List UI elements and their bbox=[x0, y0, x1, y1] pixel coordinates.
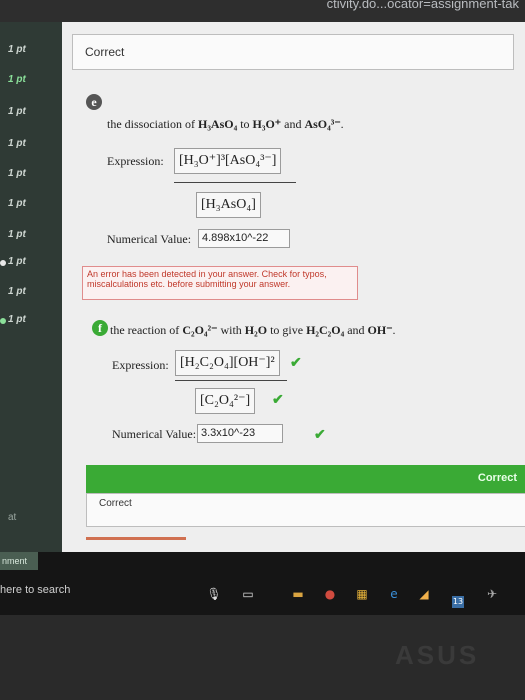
bottom-feedback-box: Correct bbox=[86, 493, 525, 527]
check-icon: ✔ bbox=[290, 356, 302, 371]
bullet-icon bbox=[0, 318, 6, 324]
progress-underline bbox=[86, 537, 186, 540]
address-bar-text[interactable]: ctivity.do...ocator=assignment-tak bbox=[327, 0, 519, 11]
part-e-numerical-label: Numerical Value: bbox=[107, 232, 192, 246]
check-icon: ✔ bbox=[272, 393, 284, 408]
sidebar-point-6[interactable]: 1 pt bbox=[8, 198, 26, 209]
task-view-icon[interactable]: ▭ bbox=[240, 586, 256, 602]
part-f-denominator-input[interactable]: [C₂O₄²⁻] bbox=[195, 388, 256, 414]
part-f-letter-icon: f bbox=[92, 320, 108, 336]
taskbar: nment here to search 🎙 ▭ ▬ ● ▦ e ◢ 13 ✈ bbox=[0, 552, 525, 615]
store-icon[interactable]: ▦ bbox=[354, 586, 370, 602]
part-f-expression-label: Expression: bbox=[112, 358, 169, 372]
media-icon[interactable]: ◢ bbox=[416, 586, 432, 602]
sidebar-point-3[interactable]: 1 pt bbox=[8, 106, 26, 117]
sidebar-point-5[interactable]: 1 pt bbox=[8, 168, 26, 179]
sidebar-footer-label: at bbox=[8, 512, 17, 523]
top-feedback-label: Correct bbox=[85, 45, 125, 59]
sidebar-point-9[interactable]: 1 pt bbox=[8, 286, 26, 297]
correct-banner: Correct bbox=[86, 465, 525, 493]
error-message: An error has been detected in your answe… bbox=[82, 266, 358, 300]
folder-icon[interactable]: ▬ bbox=[290, 586, 306, 602]
sidebar-point-10[interactable]: 1 pt bbox=[8, 314, 26, 325]
part-e-numerical-input[interactable]: 4.898x10^-22 bbox=[198, 229, 290, 248]
fraction-bar bbox=[175, 380, 287, 381]
taskbar-search[interactable]: here to search bbox=[0, 584, 70, 596]
part-e-denominator-input[interactable]: [H₃AsO₄] bbox=[196, 192, 261, 218]
part-e-question: the dissociation of H₃AsO₄ to H₃O⁺ and A… bbox=[107, 117, 344, 131]
part-f-numerator-input[interactable]: [H₂C₂O₄][OH⁻]² bbox=[175, 350, 280, 376]
sidebar-point-8[interactable]: 1 pt bbox=[8, 256, 26, 267]
part-f-numerical-label: Numerical Value: bbox=[112, 427, 197, 441]
part-f-question: the reaction of C₂O₄²⁻ with H₂O to give … bbox=[110, 323, 396, 337]
sidebar-point-4[interactable]: 1 pt bbox=[8, 138, 26, 149]
sidebar-point-7[interactable]: 1 pt bbox=[8, 229, 26, 240]
part-e-numerator-input[interactable]: [H₃O⁺]³[AsO₄³⁻] bbox=[174, 148, 282, 174]
browser-top-bar: ctivity.do...ocator=assignment-tak bbox=[0, 0, 525, 22]
edge-icon[interactable]: e bbox=[386, 586, 402, 602]
part-e-letter-icon: e bbox=[86, 94, 102, 110]
bottom-feedback-label: Correct bbox=[99, 498, 132, 509]
part-f-numerical-input[interactable]: 3.3x10^-23 bbox=[197, 424, 283, 443]
chrome-icon[interactable]: ● bbox=[322, 586, 338, 602]
top-feedback-box: Correct bbox=[72, 34, 514, 70]
bullet-icon bbox=[0, 260, 6, 266]
fraction-bar bbox=[174, 182, 296, 183]
screen: ctivity.do...ocator=assignment-tak R 1 p… bbox=[0, 0, 525, 615]
taskbar-left-label[interactable]: nment bbox=[0, 552, 38, 570]
sidebar-point-2[interactable]: 1 pt bbox=[8, 74, 26, 85]
part-e-expression-label: Expression: bbox=[107, 154, 164, 168]
monitor-bezel: ASUS bbox=[0, 615, 525, 700]
brand-logo: ASUS bbox=[395, 640, 480, 670]
microphone-icon[interactable]: 🎙 bbox=[206, 586, 222, 602]
notification-badge: 13 bbox=[452, 596, 464, 608]
points-sidebar: 1 pt 1 pt 1 pt 1 pt 1 pt 1 pt 1 pt 1 pt … bbox=[0, 22, 62, 552]
network-icon[interactable]: ✈ bbox=[484, 586, 500, 602]
correct-banner-label: Correct bbox=[477, 472, 517, 484]
sidebar-point-1[interactable]: 1 pt bbox=[8, 44, 26, 55]
check-icon: ✔ bbox=[314, 428, 326, 443]
